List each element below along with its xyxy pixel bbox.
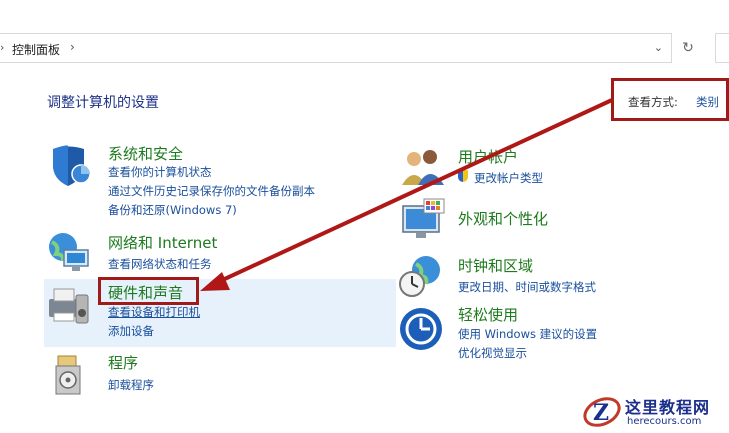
shield-icon[interactable] (48, 143, 94, 189)
category-title-clock[interactable]: 时钟和区域 (458, 255, 533, 276)
programs-icon[interactable] (52, 352, 98, 398)
refresh-icon[interactable]: ↻ (676, 33, 700, 63)
hardware-hover-background (44, 279, 396, 347)
view-by-dropdown[interactable]: 类别 (696, 94, 719, 110)
watermark: Z 这里教程网 herecours.com (582, 390, 729, 433)
watermark-title: 这里教程网 (625, 398, 711, 417)
category-title-ease[interactable]: 轻松使用 (458, 304, 518, 325)
link-devices-printers[interactable]: 查看设备和打印机 (108, 304, 200, 320)
category-title-users[interactable]: 用户帐户 (458, 146, 518, 167)
link-recommended-settings[interactable]: 使用 Windows 建议的设置 (458, 326, 597, 342)
link-add-device[interactable]: 添加设备 (108, 323, 154, 339)
category-title-appearance[interactable]: 外观和个性化 (458, 208, 548, 229)
watermark-logo-icon: Z (583, 397, 621, 427)
search-input[interactable] (715, 33, 729, 63)
chevron-down-icon[interactable]: ⌄ (654, 41, 663, 54)
link-backup-restore[interactable]: 备份和还原(Windows 7) (108, 202, 237, 218)
link-network-status[interactable]: 查看网络状态和任务 (108, 256, 212, 272)
page-title: 调整计算机的设置 (47, 95, 159, 111)
uac-shield-icon (458, 170, 468, 182)
breadcrumb-control-panel[interactable]: 控制面板 (12, 41, 60, 58)
link-uninstall-program[interactable]: 卸载程序 (108, 377, 154, 393)
link-change-date-time[interactable]: 更改日期、时间或数字格式 (458, 279, 596, 295)
view-by-label: 查看方式: (628, 95, 678, 109)
link-optimize-display[interactable]: 优化视觉显示 (458, 345, 527, 361)
breadcrumb-separator-icon[interactable]: › (70, 40, 75, 54)
svg-text:Z: Z (593, 400, 609, 426)
category-title-system[interactable]: 系统和安全 (108, 143, 183, 164)
link-change-account-type[interactable]: 更改帐户类型 (474, 170, 543, 186)
appearance-monitor-icon[interactable] (400, 196, 446, 242)
link-file-history[interactable]: 通过文件历史记录保存你的文件备份副本 (108, 183, 315, 199)
clock-globe-icon[interactable] (398, 254, 444, 300)
user-accounts-icon[interactable] (400, 145, 446, 191)
category-title-network[interactable]: 网络和 Internet (108, 232, 217, 253)
address-bar[interactable]: › 控制面板 › ⌄ (0, 33, 672, 63)
category-title-programs[interactable]: 程序 (108, 352, 138, 373)
printer-icon[interactable] (46, 283, 92, 329)
back-chevron-icon[interactable]: › (0, 41, 4, 54)
category-title-hardware[interactable]: 硬件和声音 (108, 282, 183, 303)
watermark-url: herecours.com (627, 416, 702, 427)
view-by-box: 查看方式: 类别 (611, 78, 729, 121)
link-computer-status[interactable]: 查看你的计算机状态 (108, 164, 212, 180)
network-globe-icon[interactable] (46, 230, 92, 276)
ease-of-access-icon[interactable] (398, 306, 444, 352)
